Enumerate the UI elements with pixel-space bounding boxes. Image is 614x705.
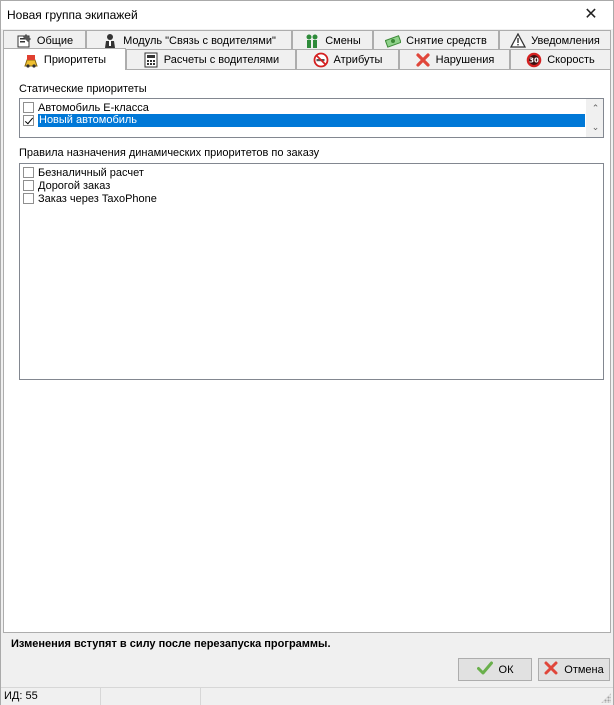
red-x-icon (415, 52, 431, 68)
list-item[interactable]: Дорогой заказ (21, 179, 110, 192)
restart-notice: Изменения вступят в силу после перезапус… (11, 638, 331, 650)
tab-label: Общие (36, 34, 74, 47)
window-title: Новая группа экипажей (7, 8, 138, 22)
tab-withdrawal[interactable]: Снятие средств (373, 30, 499, 50)
checkbox-checked[interactable] (23, 115, 34, 126)
static-priorities-list[interactable]: Автомобиль E-класса Новый автомобиль ⌃ ⌄ (19, 98, 604, 138)
tab-label: Снятие средств (406, 34, 487, 47)
list-item-label: Новый автомобиль (38, 114, 585, 127)
tab-driver-module[interactable]: Модуль "Связь с водителями" (86, 30, 292, 50)
scroll-up-arrow-icon[interactable]: ⌃ (587, 100, 604, 117)
checkbox[interactable] (23, 180, 34, 191)
red-x-icon (544, 661, 558, 678)
warning-icon (510, 32, 527, 49)
tab-shifts[interactable]: Смены (292, 30, 373, 50)
cancel-label: Отмена (564, 663, 604, 676)
tab-label: Смены (325, 34, 361, 47)
ok-button[interactable]: ОК (458, 658, 532, 681)
ok-label: ОК (498, 663, 514, 676)
list-item-label: Автомобиль E-класса (38, 101, 149, 114)
tab-label: Скорость (547, 53, 595, 66)
checkbox[interactable] (23, 193, 34, 204)
tab-violations[interactable]: Нарушения (399, 49, 510, 69)
status-bar: ИД: 55 (1, 687, 613, 705)
speed-limit-text: 30 (529, 56, 539, 64)
scroll-down-arrow-icon[interactable]: ⌄ (587, 119, 604, 136)
resize-grip-icon[interactable] (601, 693, 611, 703)
close-button[interactable]: ✕ (569, 1, 613, 29)
dialog-window: Новая группа экипажей ✕ Общие Модуль "Св… (0, 0, 614, 705)
tab-label: Атрибуты (333, 53, 383, 66)
tab-attributes[interactable]: Атрибуты (296, 49, 399, 69)
tab-notifications[interactable]: Уведомления (499, 30, 611, 50)
status-cell-empty (101, 688, 201, 705)
check-icon (476, 661, 493, 678)
driver-icon (102, 33, 118, 49)
tab-label: Расчеты с водителями (163, 53, 280, 66)
list-item-label: Дорогой заказ (38, 179, 111, 192)
priority-icon (23, 52, 39, 68)
tab-row-1: Общие Модуль "Связь с водителями" Смены … (3, 30, 611, 50)
no-smoking-icon (313, 52, 329, 68)
dynamic-rules-label: Правила назначения динамических приорите… (19, 147, 320, 159)
people-icon (304, 33, 320, 49)
speed-limit-icon: 30 (526, 52, 542, 68)
tab-priorities[interactable]: Приоритеты (3, 48, 126, 70)
tab-panel-priorities: Статические приоритеты Автомобиль E-клас… (3, 69, 611, 633)
list-item[interactable]: Автомобиль E-класса (21, 101, 149, 114)
money-icon (385, 33, 402, 49)
tab-general[interactable]: Общие (3, 30, 86, 50)
checkbox[interactable] (23, 167, 34, 178)
form-icon (16, 33, 32, 49)
list-item[interactable]: Безналичный расчет (21, 166, 144, 179)
status-id: ИД: 55 (1, 688, 101, 705)
list-item-label: Безналичный расчет (38, 166, 144, 179)
vertical-scrollbar[interactable]: ⌃ ⌄ (586, 99, 603, 137)
tab-label: Модуль "Связь с водителями" (123, 34, 276, 47)
list-item[interactable]: Заказ через TaxoPhone (21, 192, 157, 205)
checkbox[interactable] (23, 102, 34, 113)
tab-row-2: Приоритеты Расчеты с водителями Атрибуты… (3, 48, 611, 70)
tab-label: Приоритеты (43, 53, 107, 66)
list-item-selected[interactable]: Новый автомобиль (21, 114, 585, 127)
cancel-button[interactable]: Отмена (538, 658, 610, 681)
dynamic-rules-list[interactable]: Безналичный расчет Дорогой заказ Заказ ч… (19, 163, 604, 380)
static-priorities-label: Статические приоритеты (19, 83, 147, 95)
tab-driver-payments[interactable]: Расчеты с водителями (126, 49, 296, 69)
tab-label: Уведомления (531, 34, 600, 47)
calculator-icon (143, 52, 159, 68)
list-item-label: Заказ через TaxoPhone (38, 192, 157, 205)
tab-speed[interactable]: 30 Скорость (510, 49, 611, 69)
tab-label: Нарушения (435, 53, 495, 66)
title-bar: Новая группа экипажей ✕ (1, 1, 613, 29)
